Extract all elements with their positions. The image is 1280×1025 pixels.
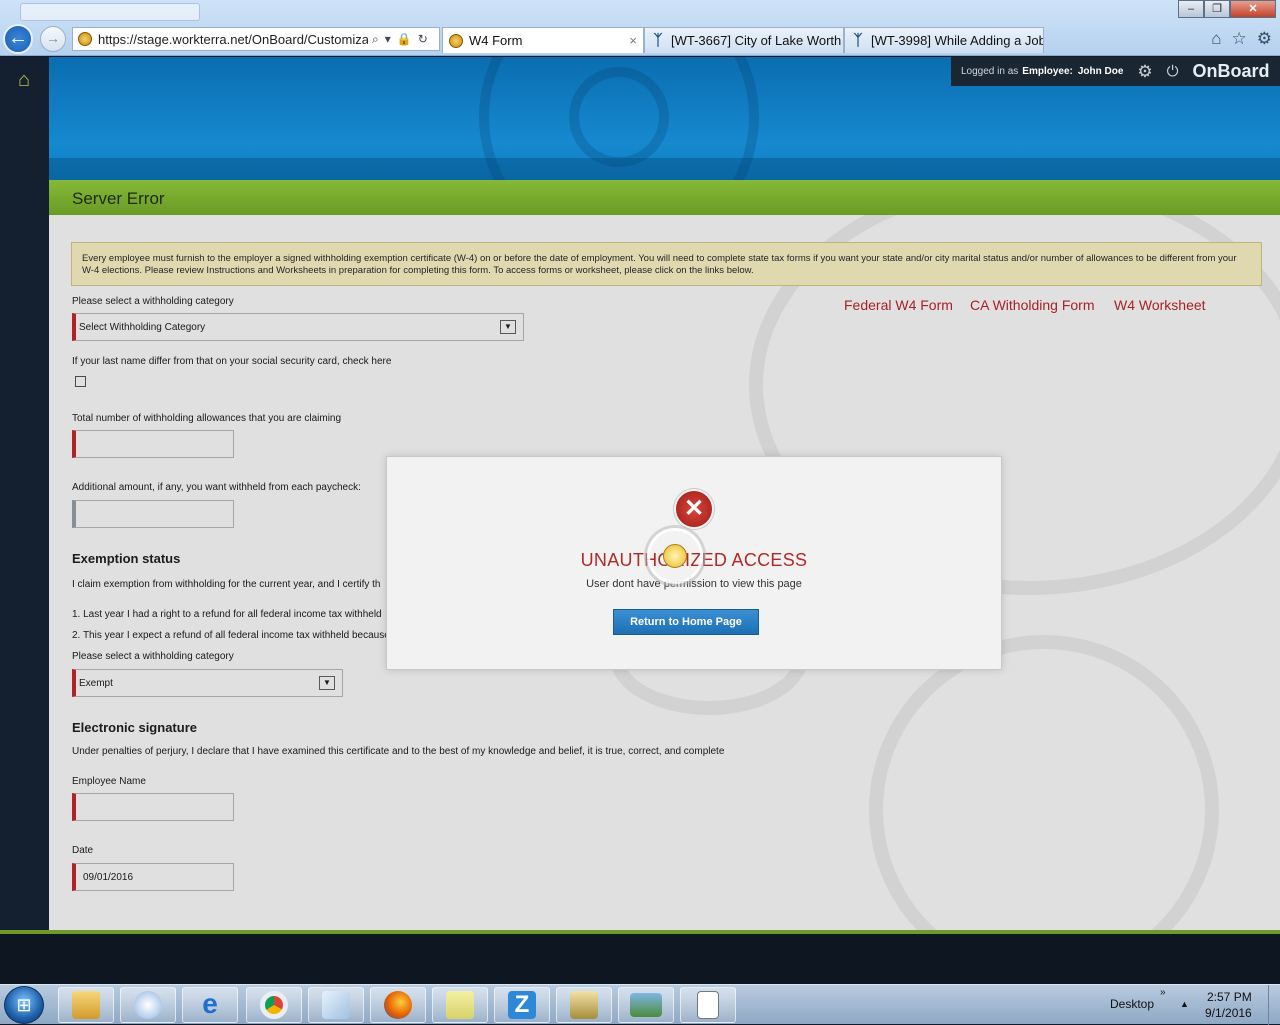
title-strip: – ❐ ✕ bbox=[0, 0, 1280, 24]
document-icon bbox=[322, 991, 350, 1019]
internet-explorer-icon: e bbox=[202, 988, 218, 1019]
tab-title: [WT-3667] City of Lake Worth ... bbox=[671, 33, 844, 48]
notepad-taskbar-button[interactable] bbox=[680, 987, 736, 1023]
calculator-taskbar-button[interactable] bbox=[556, 987, 612, 1023]
firefox-icon bbox=[384, 991, 412, 1019]
user-role: Employee: bbox=[1022, 66, 1073, 77]
maximize-icon[interactable]: ❐ bbox=[1204, 0, 1230, 18]
window-controls: – ❐ ✕ bbox=[1178, 0, 1276, 18]
banner-shade bbox=[49, 158, 1280, 180]
browser-tools: ⌂ ☆ ⚙ bbox=[1211, 29, 1272, 49]
windows-taskbar: ⊞ e Z Desktop » ▲ 2:57 PM 9/1/2016 bbox=[0, 984, 1280, 1025]
tab-close-icon[interactable]: × bbox=[629, 33, 637, 48]
refresh-icon[interactable]: ↻ bbox=[418, 32, 428, 47]
firefox-taskbar-button[interactable] bbox=[370, 987, 426, 1023]
sticky-notes-taskbar-button[interactable] bbox=[432, 987, 488, 1023]
onboard-favicon-icon bbox=[449, 33, 463, 48]
jira-favicon-icon: ᛉ bbox=[853, 31, 863, 49]
close-window-icon[interactable]: ✕ bbox=[1230, 0, 1276, 18]
image-icon bbox=[630, 993, 662, 1017]
banner-decoration bbox=[569, 67, 669, 167]
show-hidden-icons-icon[interactable]: » bbox=[1160, 987, 1166, 998]
ie-taskbar-button[interactable]: e bbox=[182, 987, 238, 1023]
forward-button[interactable]: → bbox=[40, 26, 66, 52]
notepad-icon bbox=[697, 991, 719, 1019]
zoho-taskbar-button[interactable]: Z bbox=[494, 987, 550, 1023]
page-title: Server Error bbox=[72, 189, 165, 208]
desktop-label[interactable]: Desktop bbox=[1110, 997, 1154, 1011]
address-tools: ⌕ ▾ 🔒 ↻ bbox=[372, 32, 428, 47]
spinner-core bbox=[663, 544, 687, 568]
return-home-button[interactable]: Return to Home Page bbox=[613, 609, 759, 635]
tab-wt-3667[interactable]: ᛉ [WT-3667] City of Lake Worth ... bbox=[644, 27, 844, 53]
user-name: John Doe bbox=[1077, 66, 1124, 77]
gear-icon[interactable]: ⚙ bbox=[1137, 62, 1152, 82]
background-window-tab bbox=[20, 3, 200, 21]
logged-in-label: Logged in as bbox=[961, 66, 1019, 77]
sticky-notes-icon bbox=[446, 991, 474, 1019]
folder-icon bbox=[72, 991, 100, 1019]
show-desktop-button[interactable] bbox=[1268, 985, 1280, 1025]
home-icon[interactable]: ⌂ bbox=[12, 69, 36, 91]
power-icon[interactable]: ⏻ bbox=[1167, 63, 1179, 80]
tab-title: W4 Form bbox=[469, 33, 523, 48]
z-app-icon: Z bbox=[508, 991, 536, 1019]
page-footer bbox=[0, 934, 1280, 984]
clock-time[interactable]: 2:57 PM bbox=[1207, 990, 1252, 1004]
minimize-icon[interactable]: – bbox=[1178, 0, 1204, 18]
explorer-taskbar-button[interactable] bbox=[58, 987, 114, 1023]
paint-taskbar-button[interactable] bbox=[120, 987, 176, 1023]
clock-date[interactable]: 9/1/2016 bbox=[1205, 1006, 1252, 1020]
sidebar: ⌂ bbox=[0, 57, 49, 930]
address-bar[interactable]: https://stage.workterra.net/OnBoard/Cust… bbox=[72, 27, 440, 51]
lock-icon[interactable]: 🔒 bbox=[397, 32, 412, 47]
home-page-icon[interactable]: ⌂ bbox=[1211, 29, 1221, 49]
favorites-star-icon[interactable]: ☆ bbox=[1232, 29, 1247, 49]
photo-viewer-taskbar-button[interactable] bbox=[618, 987, 674, 1023]
paint-palette-icon bbox=[134, 991, 162, 1019]
page-title-bar: Server Error bbox=[49, 180, 1280, 215]
loading-spinner-icon bbox=[647, 528, 703, 584]
tray-arrow-icon[interactable]: ▲ bbox=[1180, 999, 1189, 1009]
brand-logo: OnBoard bbox=[1192, 61, 1270, 81]
start-button[interactable]: ⊞ bbox=[4, 986, 44, 1024]
chrome-taskbar-button[interactable] bbox=[246, 987, 302, 1023]
tab-title: [WT-3998] While Adding a Job ... bbox=[871, 33, 1044, 48]
spreadsheet-icon bbox=[570, 991, 598, 1019]
back-button[interactable]: ← bbox=[3, 24, 33, 54]
user-bar: Logged in as Employee: John Doe ⚙ ⏻ OnBo… bbox=[951, 57, 1280, 86]
notes-taskbar-button[interactable] bbox=[308, 987, 364, 1023]
chrome-icon bbox=[260, 991, 288, 1019]
browser-chrome: – ❐ ✕ ← → https://stage.workterra.net/On… bbox=[0, 0, 1280, 56]
dropdown-icon[interactable]: ▾ bbox=[385, 32, 391, 47]
site-favicon-icon bbox=[78, 32, 92, 46]
dialog-message: User dont have permission to view this p… bbox=[586, 578, 802, 590]
url-text[interactable]: https://stage.workterra.net/OnBoard/Cust… bbox=[98, 32, 368, 47]
jira-favicon-icon: ᛉ bbox=[653, 31, 663, 49]
search-icon[interactable]: ⌕ bbox=[372, 32, 379, 47]
settings-gear-icon[interactable]: ⚙ bbox=[1257, 29, 1272, 49]
error-close-icon: ✕ bbox=[674, 489, 714, 529]
tab-wt-3998[interactable]: ᛉ [WT-3998] While Adding a Job ... bbox=[844, 27, 1044, 53]
tab-w4-form[interactable]: W4 Form × bbox=[442, 27, 644, 53]
